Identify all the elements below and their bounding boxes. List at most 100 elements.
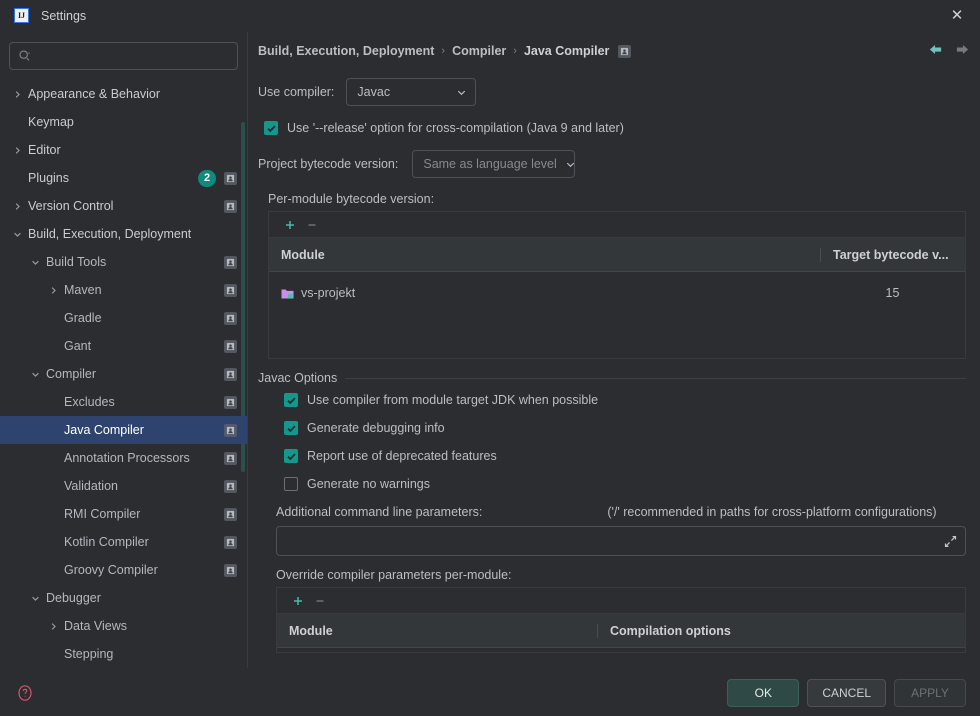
sidebar-item-compiler[interactable]: Compiler (0, 360, 247, 388)
javac-options-separator: Javac Options (258, 371, 966, 385)
sidebar-item-data-views[interactable]: Data Views (0, 612, 247, 640)
back-arrow-icon[interactable] (928, 42, 943, 60)
project-scope-icon (224, 283, 237, 297)
option-checkbox-generate-debugging-info[interactable]: Generate debugging info (284, 421, 966, 435)
sidebar-item-version-control[interactable]: Version Control (0, 192, 247, 220)
sidebar-item-java-compiler[interactable]: Java Compiler (0, 416, 247, 444)
additional-params-row: Additional command line parameters: ('/'… (276, 505, 966, 519)
project-scope-icon (224, 199, 237, 213)
chevron-down-icon[interactable] (28, 594, 42, 603)
remove-override-button[interactable] (311, 592, 329, 610)
sidebar-item-appearance-behavior[interactable]: Appearance & Behavior (0, 80, 247, 108)
use-compiler-value: Javac (357, 85, 391, 99)
expand-icon[interactable] (944, 535, 957, 548)
apply-button[interactable]: APPLY (894, 678, 966, 707)
sidebar-item-gradle[interactable]: Gradle (0, 304, 247, 332)
add-override-button[interactable] (289, 592, 307, 610)
bytecode-table: Module Target bytecode v... vs-projekt 1… (268, 237, 966, 359)
intellij-logo-icon: IJ (14, 8, 29, 23)
chevron-right-icon[interactable] (10, 202, 24, 211)
search-input[interactable] (37, 49, 229, 63)
override-table-container: Module Compilation options (276, 587, 966, 653)
sidebar-item-maven[interactable]: Maven (0, 276, 247, 304)
window-titlebar: IJ Settings ✕ (0, 0, 980, 32)
column-header-target-bytecode[interactable]: Target bytecode v... (820, 247, 965, 262)
settings-sidebar: Appearance & Behavior Keymap Editor Plugins… (0, 32, 248, 700)
cancel-button[interactable]: CANCEL (807, 678, 886, 707)
option-label: Generate debugging info (307, 421, 445, 435)
column-header-module[interactable]: Module (269, 248, 820, 262)
project-bytecode-value: Same as language level (423, 157, 557, 171)
sidebar-item-gant[interactable]: Gant (0, 332, 247, 360)
project-bytecode-row: Project bytecode version: Same as langua… (258, 150, 966, 178)
sidebar-item-label: Build, Execution, Deployment (28, 227, 192, 241)
sidebar-item-plugins[interactable]: Plugins 2 (0, 164, 247, 192)
project-bytecode-select[interactable]: Same as language level (412, 150, 576, 178)
sidebar-item-build-tools[interactable]: Build Tools (0, 248, 247, 276)
chevron-right-icon[interactable] (10, 90, 24, 99)
sidebar-item-keymap[interactable]: Keymap (0, 108, 247, 136)
sidebar-item-label: Plugins (28, 171, 69, 185)
use-release-option-checkbox[interactable]: Use '--release' option for cross-compila… (264, 121, 966, 135)
chevron-down-icon[interactable] (10, 230, 24, 239)
project-scope-icon (224, 451, 237, 465)
search-box[interactable] (9, 42, 238, 70)
ok-button[interactable]: OK (727, 678, 800, 707)
option-checkbox-use-compiler-from-module-target-jdk-when-possible[interactable]: Use compiler from module target JDK when… (284, 393, 966, 407)
breadcrumb-item-2: Java Compiler (523, 44, 610, 58)
project-scope-icon (224, 479, 237, 493)
checkbox-indicator (264, 121, 278, 135)
additional-params-input[interactable] (287, 534, 955, 548)
cell-target-bytecode: 15 (885, 286, 900, 300)
per-module-bytecode-label: Per-module bytecode version: (268, 192, 435, 206)
additional-params-label: Additional command line parameters: (276, 505, 483, 519)
use-compiler-select[interactable]: Javac (346, 78, 477, 106)
override-params-label: Override compiler parameters per-module: (276, 568, 512, 582)
sidebar-item-label: Gant (64, 339, 92, 353)
add-module-button[interactable] (281, 216, 299, 234)
override-table-toolbar (276, 587, 966, 613)
project-scope-icon (224, 563, 237, 577)
column-header-module[interactable]: Module (277, 624, 597, 638)
column-header-compilation-options[interactable]: Compilation options (597, 623, 965, 638)
chevron-right-icon[interactable] (10, 146, 24, 155)
chevron-right-icon[interactable] (46, 286, 60, 295)
close-icon[interactable]: ✕ (946, 5, 968, 27)
option-checkbox-report-use-of-deprecated-features[interactable]: Report use of deprecated features (284, 449, 966, 463)
sidebar-item-label: Data Views (64, 619, 127, 633)
sidebar-item-annotation-processors[interactable]: Annotation Processors (0, 444, 247, 472)
option-checkbox-generate-no-warnings[interactable]: Generate no warnings (284, 477, 966, 491)
project-scope-icon (224, 367, 237, 381)
sidebar-item-label: Editor (28, 143, 61, 157)
settings-tree: Appearance & Behavior Keymap Editor Plugins… (0, 76, 247, 700)
sidebar-item-stepping[interactable]: Stepping (0, 640, 247, 668)
logo-text: IJ (17, 10, 26, 20)
use-compiler-row: Use compiler: Javac (258, 78, 966, 106)
help-icon[interactable] (16, 684, 34, 702)
plugins-update-badge: 2 (198, 169, 216, 187)
sidebar-item-rmi-compiler[interactable]: RMI Compiler (0, 500, 247, 528)
checkbox-indicator (284, 477, 298, 491)
table-row[interactable]: vs-projekt 15 (269, 280, 965, 306)
separator-line (345, 377, 966, 379)
search-icon (18, 49, 32, 63)
chevron-down-icon[interactable] (28, 258, 42, 267)
sidebar-item-label: Gradle (64, 311, 102, 325)
additional-params-field[interactable] (276, 526, 966, 556)
window-title: Settings (41, 8, 87, 23)
breadcrumb-item-1[interactable]: Compiler (452, 44, 506, 58)
chevron-down-icon (565, 159, 576, 170)
chevron-right-icon[interactable] (46, 622, 60, 631)
sidebar-item-editor[interactable]: Editor (0, 136, 247, 164)
sidebar-item-kotlin-compiler[interactable]: Kotlin Compiler (0, 528, 247, 556)
chevron-down-icon (456, 87, 467, 98)
breadcrumb-item-0[interactable]: Build, Execution, Deployment (258, 44, 434, 58)
sidebar-item-build-execution-deployment[interactable]: Build, Execution, Deployment (0, 220, 247, 248)
sidebar-item-debugger[interactable]: Debugger (0, 584, 247, 612)
sidebar-item-excludes[interactable]: Excludes (0, 388, 247, 416)
sidebar-item-validation[interactable]: Validation (0, 472, 247, 500)
chevron-down-icon[interactable] (28, 370, 42, 379)
sidebar-item-groovy-compiler[interactable]: Groovy Compiler (0, 556, 247, 584)
remove-module-button[interactable] (303, 216, 321, 234)
bytecode-table-container: Module Target bytecode v... vs-projekt 1… (268, 211, 966, 359)
